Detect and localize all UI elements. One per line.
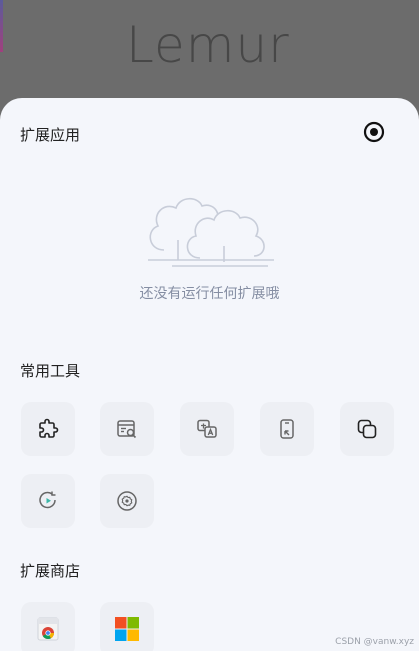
- extensions-section-title: 扩展应用: [20, 126, 81, 144]
- tool-translate-button[interactable]: [180, 402, 234, 456]
- extensions-bottom-sheet: 扩展应用 还没有运行任何扩展哦 常用工具 扩展商店 CSDN @vanw.xyz: [0, 98, 419, 651]
- tool-phone-arrow-button[interactable]: [260, 402, 314, 456]
- tools-section-title: 常用工具: [20, 362, 81, 380]
- tool-puzzle-button[interactable]: [21, 402, 75, 456]
- store-microsoft-button[interactable]: [100, 602, 154, 651]
- target-button[interactable]: [362, 120, 386, 144]
- phone-arrow-icon: [280, 419, 294, 439]
- lemur-logo: Lemur: [126, 16, 290, 74]
- chrome-store-icon: [37, 617, 59, 641]
- tool-refresh-play-button[interactable]: [21, 474, 75, 528]
- store-section-title: 扩展商店: [20, 562, 81, 580]
- microsoft-store-icon: [115, 617, 139, 641]
- tool-settings-button[interactable]: [100, 474, 154, 528]
- target-icon: [363, 121, 385, 143]
- watermark: CSDN @vanw.xyz: [335, 637, 414, 647]
- refresh-play-icon: [39, 491, 56, 509]
- empty-trees-illustration: [148, 197, 274, 267]
- store-chrome-button[interactable]: [21, 602, 75, 651]
- empty-state-text: 还没有运行任何扩展哦: [139, 286, 280, 302]
- edge-accent: [0, 0, 3, 52]
- tool-copy-button[interactable]: [340, 402, 394, 456]
- translate-icon: [197, 419, 217, 438]
- settings-gear-icon: [117, 491, 137, 511]
- copy-icon: [357, 419, 377, 439]
- window-search-icon: [117, 420, 137, 439]
- puzzle-icon: [39, 418, 59, 438]
- tool-window-search-button[interactable]: [100, 402, 154, 456]
